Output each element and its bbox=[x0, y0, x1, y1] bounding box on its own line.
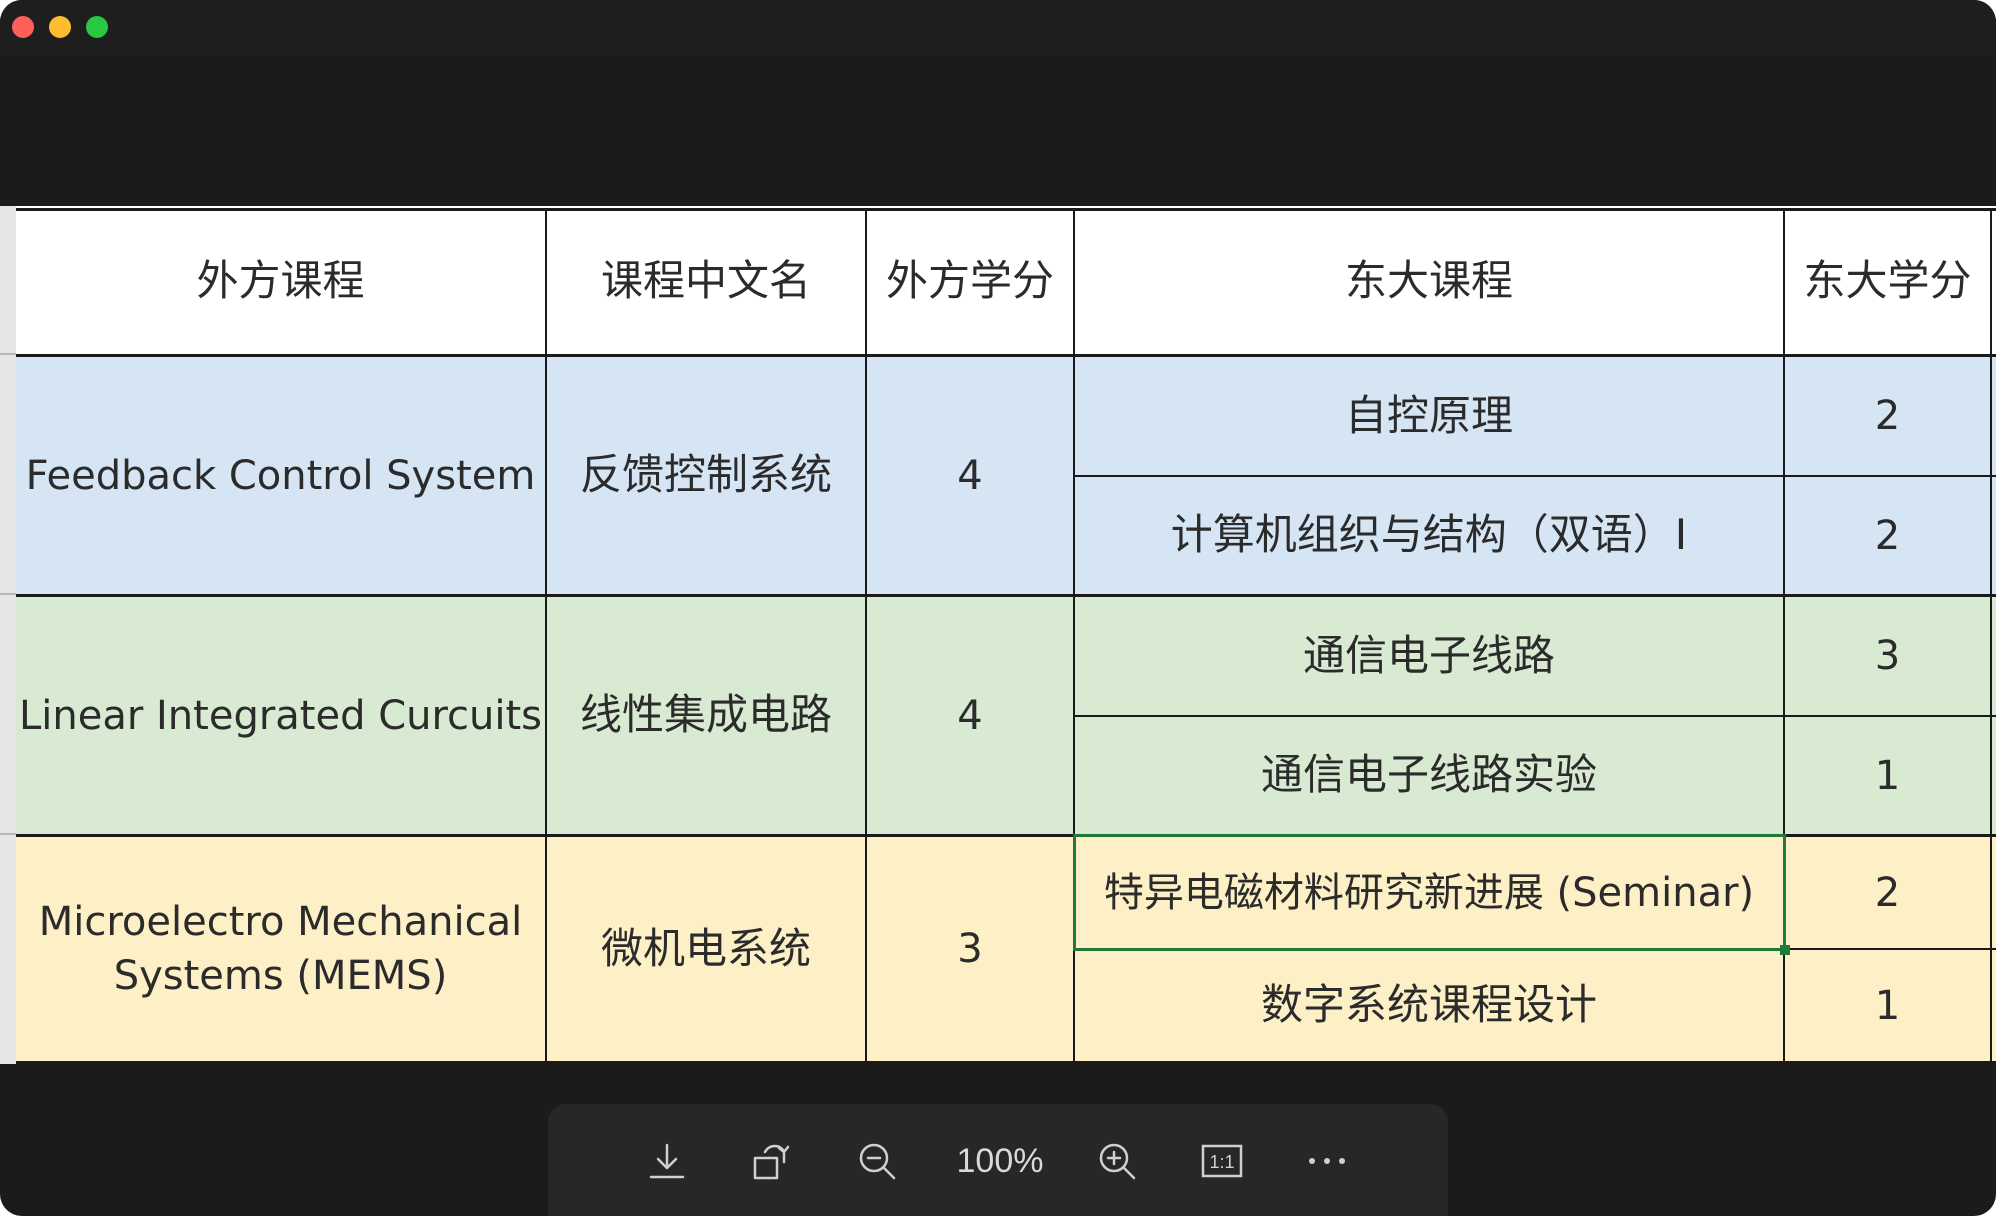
header-chinese-name[interactable]: 课程中文名 bbox=[547, 208, 865, 354]
foreign-credits-cell[interactable]: 4 bbox=[867, 357, 1073, 594]
spreadsheet-table: 外方课程 课程中文名 外方学分 东大课程 东大学分 Feedback Contr… bbox=[16, 208, 1996, 1064]
header-foreign-credits[interactable]: 外方学分 bbox=[867, 208, 1073, 354]
seu-credits-cell[interactable]: 2 bbox=[1785, 477, 1990, 594]
grid-line bbox=[1990, 208, 1992, 1064]
close-window-button[interactable] bbox=[12, 16, 34, 38]
minimize-window-button[interactable] bbox=[49, 16, 71, 38]
download-button[interactable] bbox=[642, 1136, 692, 1186]
download-icon bbox=[649, 1143, 685, 1179]
image-viewer-window: 外方课程 课程中文名 外方学分 东大课程 东大学分 Feedback Contr… bbox=[0, 0, 1996, 1216]
seu-credits-cell[interactable]: 3 bbox=[1785, 597, 1990, 715]
seu-credits-cell[interactable]: 1 bbox=[1785, 717, 1990, 834]
zoom-level-label[interactable]: 100% bbox=[940, 1136, 1060, 1186]
viewer-toolbar: 100% 1:1 bbox=[548, 1104, 1448, 1216]
seu-course-cell[interactable]: 自控原理 bbox=[1075, 357, 1783, 475]
image-canvas: 外方课程 课程中文名 外方学分 东大课程 东大学分 Feedback Contr… bbox=[0, 206, 1996, 1064]
foreign-course-cell[interactable]: Microelectro Mechanical Systems (MEMS) bbox=[36, 837, 525, 1061]
seu-course-cell[interactable]: 通信电子线路实验 bbox=[1075, 717, 1783, 834]
actual-size-button[interactable]: 1:1 bbox=[1197, 1136, 1247, 1186]
foreign-course-cell[interactable]: Linear Integrated Curcuits bbox=[16, 597, 545, 834]
title-bar bbox=[0, 0, 1996, 56]
chinese-name-cell[interactable]: 线性集成电路 bbox=[547, 597, 865, 834]
grid-line bbox=[16, 1061, 1996, 1064]
zoom-out-icon bbox=[859, 1143, 896, 1180]
maximize-window-button[interactable] bbox=[86, 16, 108, 38]
seu-credits-cell[interactable]: 2 bbox=[1785, 837, 1990, 948]
foreign-course-cell[interactable]: Feedback Control System bbox=[16, 357, 545, 594]
fill-handle[interactable] bbox=[1780, 945, 1790, 955]
header-foreign-course[interactable]: 外方课程 bbox=[16, 208, 545, 354]
chinese-name-cell[interactable]: 微机电系统 bbox=[547, 837, 865, 1061]
header-seu-credits[interactable]: 东大学分 bbox=[1785, 208, 1990, 354]
gutter-divider bbox=[0, 833, 16, 835]
actual-size-label: 1:1 bbox=[1209, 1152, 1234, 1172]
zoom-in-icon bbox=[1099, 1143, 1136, 1180]
more-button[interactable] bbox=[1302, 1136, 1352, 1186]
zoom-in-button[interactable] bbox=[1092, 1136, 1142, 1186]
row-gutter bbox=[0, 206, 16, 1064]
seu-credits-cell[interactable]: 1 bbox=[1785, 950, 1990, 1061]
foreign-credits-cell[interactable]: 3 bbox=[867, 837, 1073, 1061]
actual-size-icon: 1:1 bbox=[1201, 1144, 1243, 1178]
more-icon bbox=[1309, 1158, 1345, 1164]
seu-course-cell[interactable]: 计算机组织与结构（双语）I bbox=[1075, 477, 1783, 594]
header-seu-course[interactable]: 东大课程 bbox=[1075, 208, 1783, 354]
rotate-button[interactable] bbox=[747, 1136, 797, 1186]
gutter-divider bbox=[0, 593, 16, 595]
seu-course-cell[interactable]: 数字系统课程设计 bbox=[1075, 950, 1783, 1061]
selected-cell-outline bbox=[1073, 834, 1786, 951]
seu-course-cell[interactable]: 通信电子线路 bbox=[1075, 597, 1783, 715]
chinese-name-cell[interactable]: 反馈控制系统 bbox=[547, 357, 865, 594]
gutter-divider bbox=[0, 353, 16, 355]
rotate-icon bbox=[753, 1144, 790, 1180]
zoom-out-button[interactable] bbox=[852, 1136, 902, 1186]
foreign-credits-cell[interactable]: 4 bbox=[867, 597, 1073, 834]
seu-credits-cell[interactable]: 2 bbox=[1785, 357, 1990, 475]
